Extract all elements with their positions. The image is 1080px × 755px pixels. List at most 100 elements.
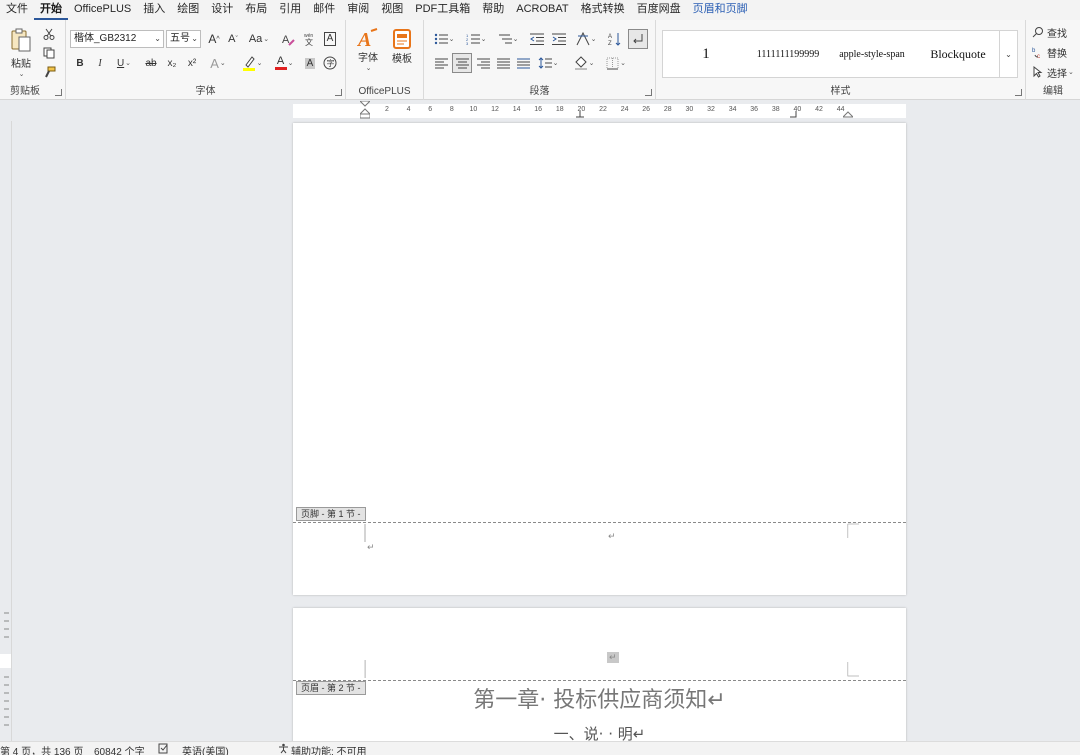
align-right-button[interactable] — [474, 54, 492, 72]
format-painter-icon — [44, 66, 55, 77]
select-button[interactable]: 选择 ⌄ — [1032, 64, 1080, 80]
distributed-icon — [516, 58, 530, 68]
show-formatting-marks-button[interactable] — [628, 29, 648, 49]
menu-layout[interactable]: 布局 — [239, 0, 273, 20]
menu-mailings[interactable]: 邮件 — [307, 0, 341, 20]
chevron-down-icon: ⌄ — [1005, 49, 1012, 59]
font-color-button[interactable]: A ⌄ — [270, 54, 298, 72]
menu-header-footer[interactable]: 页眉和页脚 — [687, 0, 754, 20]
justify-button[interactable] — [494, 54, 512, 72]
document-page-2[interactable]: ↵ 页眉 - 第 2 节 - 第一章· 投标供应商须知↵ 一、说· · 明↵ — [293, 608, 906, 748]
accessibility-status[interactable]: 辅助功能: 不可用 — [291, 743, 367, 755]
officeplus-group-label: OfficePLUS — [358, 86, 411, 97]
first-line-indent-marker[interactable] — [360, 101, 370, 119]
menu-draw[interactable]: 绘图 — [171, 0, 205, 20]
paste-button[interactable]: 粘贴 ⌄ — [6, 26, 36, 78]
svg-text:字: 字 — [327, 58, 335, 68]
style-blockquote[interactable]: Blockquote — [917, 31, 999, 77]
clear-formatting-button[interactable]: A — [280, 30, 296, 48]
bullets-button[interactable]: ⌄ — [430, 30, 458, 48]
numbering-button[interactable]: 123 ⌄ — [462, 30, 490, 48]
grow-font-button[interactable]: A ^ — [206, 30, 222, 48]
enclose-char-button[interactable]: 字 — [322, 54, 338, 72]
chinese-layout-button[interactable]: ⌄ — [572, 30, 600, 48]
font-color-bar — [274, 67, 287, 70]
font-name-select[interactable]: 楷体_GB2312 ⌄ — [70, 30, 164, 48]
menu-officeplus[interactable]: OfficePLUS — [68, 0, 137, 20]
clipboard-dialog-launcher[interactable] — [55, 89, 62, 96]
paragraph-dialog-launcher[interactable] — [645, 89, 652, 96]
text-effects-button[interactable]: A ⌄ — [206, 54, 230, 72]
tab-stop-center-icon[interactable] — [576, 111, 584, 118]
find-button[interactable]: 查找 — [1032, 24, 1078, 40]
accessibility-icon[interactable] — [278, 743, 289, 754]
vertical-ruler[interactable] — [0, 121, 12, 741]
proofing-icon[interactable] — [158, 743, 169, 754]
officeplus-font-button[interactable]: A 字体 ⌄ — [354, 26, 382, 72]
menu-format-convert[interactable]: 格式转换 — [575, 0, 631, 20]
style-heading-1[interactable]: 1 — [663, 31, 749, 77]
replace-button[interactable]: bc 替换 — [1032, 44, 1078, 60]
ruler-tick-label: 36 — [750, 106, 759, 113]
decrease-indent-button[interactable] — [528, 30, 546, 48]
menu-acrobat[interactable]: ACROBAT — [510, 0, 574, 20]
word-count[interactable]: 60842 个字 — [94, 743, 145, 755]
shading-button[interactable]: ⌄ — [570, 54, 598, 72]
underline-button[interactable]: U ⌄ — [112, 54, 136, 72]
sort-button[interactable]: AZ — [606, 30, 624, 48]
menu-baidu-netdisk[interactable]: 百度网盘 — [631, 0, 687, 20]
phonetic-guide-button[interactable]: wén 文 — [300, 30, 318, 48]
char-shading-button[interactable]: A — [302, 54, 318, 72]
language-indicator[interactable]: 英语(美国) — [182, 743, 229, 755]
distributed-button[interactable] — [514, 54, 532, 72]
copy-button[interactable] — [41, 45, 57, 61]
menu-insert[interactable]: 插入 — [137, 0, 171, 20]
styles-more-button[interactable]: ⌄ — [999, 31, 1017, 77]
style-numeric[interactable]: 1111111199999 — [749, 31, 827, 77]
char-border-button[interactable]: A — [322, 30, 338, 48]
horizontal-ruler[interactable]: 2 4 6 8 10 12 14 16 18 20 22 24 26 28 30 32 34 36 38 40 42 44 — [293, 101, 906, 119]
font-dialog-launcher[interactable] — [335, 89, 342, 96]
menu-review[interactable]: 审阅 — [341, 0, 375, 20]
menu-help[interactable]: 帮助 — [476, 0, 510, 20]
bold-button[interactable]: B — [72, 54, 88, 72]
font-size-select[interactable]: 五号 ⌄ — [166, 30, 201, 48]
chevron-down-icon: ⌄ — [590, 36, 597, 43]
ruler-tick-label: 34 — [728, 106, 737, 113]
ruler-tick-label: 16 — [534, 106, 543, 113]
ruler-tick-label: 6 — [428, 106, 433, 113]
menu-view[interactable]: 视图 — [375, 0, 409, 20]
subscript-button[interactable]: x₂ — [164, 54, 180, 72]
right-indent-marker[interactable] — [843, 108, 853, 118]
menu-design[interactable]: 设计 — [205, 0, 239, 20]
style-apple-span[interactable]: apple-style-span — [827, 31, 917, 77]
change-case-button[interactable]: Aa ⌄ — [246, 30, 272, 48]
tab-stop-right-icon[interactable] — [790, 111, 798, 118]
superscript-button[interactable]: x² — [184, 54, 200, 72]
menu-pdf-toolbox[interactable]: PDF工具箱 — [409, 0, 476, 20]
increase-indent-button[interactable] — [550, 30, 568, 48]
document-page-1[interactable]: 页脚 - 第 1 节 - ↵ ↵ — [293, 123, 906, 595]
svg-text:Z: Z — [608, 41, 612, 46]
menu-home[interactable]: 开始 — [34, 0, 68, 20]
menu-references[interactable]: 引用 — [273, 0, 307, 20]
borders-button[interactable]: ⌄ — [602, 54, 630, 72]
line-spacing-button[interactable]: ⌄ — [534, 54, 562, 72]
ruler-tick-label: 10 — [469, 106, 478, 113]
align-left-button[interactable] — [432, 54, 450, 72]
chapter-title[interactable]: 第一章· 投标供应商须知↵ — [293, 682, 906, 714]
shrink-font-button[interactable]: Aˇ — [225, 30, 241, 48]
multilevel-list-button[interactable]: ⌄ — [494, 30, 522, 48]
highlight-button[interactable]: ⌄ — [238, 54, 266, 72]
strikethrough-button[interactable]: ab — [142, 54, 160, 72]
officeplus-template-button[interactable]: 模板 — [388, 26, 416, 66]
header-paragraph-mark[interactable]: ↵ — [607, 652, 619, 663]
cut-button[interactable] — [41, 26, 57, 42]
align-center-button[interactable] — [452, 53, 472, 73]
menu-file[interactable]: 文件 — [0, 0, 34, 20]
italic-button[interactable]: I — [92, 54, 108, 72]
styles-dialog-launcher[interactable] — [1015, 89, 1022, 96]
footer-left-paragraph-mark: ↵ — [367, 542, 375, 552]
page-info[interactable]: 第 4 页，共 136 页 — [0, 743, 83, 755]
format-painter-button[interactable] — [41, 64, 57, 80]
